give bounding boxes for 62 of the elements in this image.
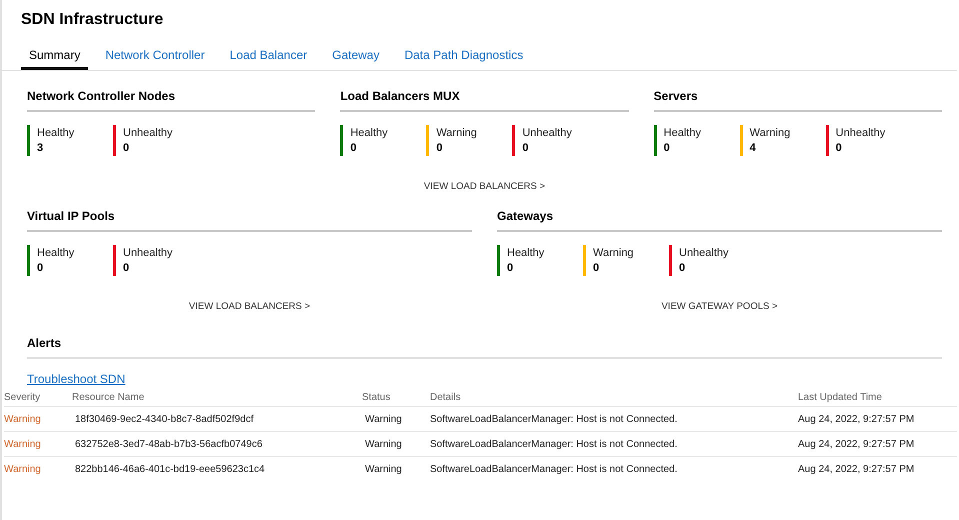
column-header: Status <box>362 390 392 404</box>
section-heading: Gateways <box>497 209 942 232</box>
view-link[interactable]: VIEW LOAD BALANCERS > <box>424 181 546 192</box>
section-heading: Virtual IP Pools <box>27 209 472 232</box>
tab[interactable]: Gateway <box>324 45 388 70</box>
section-heading: Load Balancers MUX <box>340 89 629 112</box>
stat-label: Warning <box>750 127 790 139</box>
table-cell: Warning <box>4 414 41 424</box>
stat-label: Unhealthy <box>123 127 173 139</box>
stat-value: 3 <box>37 142 44 154</box>
stat-value: 0 <box>350 142 358 154</box>
tab[interactable]: Network Controller <box>97 45 213 70</box>
column-header: Details <box>430 390 462 404</box>
tab[interactable]: Load Balancer <box>222 45 316 70</box>
section-heading: Servers <box>654 89 942 112</box>
stat-value: 0 <box>507 262 514 274</box>
stat-value: 0 <box>664 142 671 154</box>
stat-value: 0 <box>836 142 843 154</box>
stat-label: Healthy <box>350 127 388 139</box>
stat-value: 0 <box>436 142 444 154</box>
stat-label: Healthy <box>37 127 74 139</box>
table-cell: Aug 24, 2022, 9:27:57 PM <box>798 464 914 474</box>
table-cell: SoftwareLoadBalancerManager: Host is not Connected. <box>430 464 678 474</box>
stat-label: Unhealthy <box>522 127 572 139</box>
stat-label: Healthy <box>507 247 544 259</box>
stat-label: Unhealthy <box>836 127 886 139</box>
stat-label: Healthy <box>37 247 74 259</box>
view-link[interactable]: VIEW GATEWAY POOLS > <box>661 301 778 312</box>
tab[interactable]: Summary <box>21 45 88 70</box>
section-heading: Network Controller Nodes <box>27 89 316 112</box>
stat-label: Unhealthy <box>123 247 173 259</box>
stat-value: 0 <box>522 142 530 154</box>
column-header: Last Updated Time <box>798 390 883 404</box>
table-cell: Warning <box>4 438 41 450</box>
table-cell: Warning <box>4 464 41 474</box>
table-cell: Aug 24, 2022, 9:27:57 PM <box>798 438 914 450</box>
table-cell-text: 632752e8-3ed7-48ab-b7b3-56acfb0749c6 <box>74 438 262 450</box>
tab[interactable]: Data Path Diagnostics <box>396 45 532 70</box>
page-title: SDN Infrastructure <box>20 10 164 30</box>
stat-value: 0 <box>679 262 686 274</box>
table-cell: SoftwareLoadBalancerManager: Host is not Connected. <box>430 438 678 450</box>
stat-value: 0 <box>123 262 130 274</box>
stat-label: Healthy <box>664 127 701 139</box>
stat-value: 0 <box>123 142 130 154</box>
stat-value: 0 <box>37 262 44 274</box>
section-heading: Alerts <box>27 336 942 359</box>
table-cell-text: Warning <box>364 438 402 450</box>
view-link[interactable]: VIEW LOAD BALANCERS > <box>188 301 310 312</box>
stat-label: Warning <box>593 247 634 259</box>
stat-value: 0 <box>593 262 600 274</box>
table-cell: SoftwareLoadBalancerManager: Host is not Connected. <box>430 414 678 424</box>
stat-value: 4 <box>750 142 757 154</box>
column-header: Severity <box>4 390 42 404</box>
table-cell: Aug 24, 2022, 9:27:57 PM <box>798 414 914 424</box>
troubleshoot-link[interactable]: Troubleshoot SDN <box>27 372 126 386</box>
table-cell-text: Warning <box>364 414 402 424</box>
column-header: Resource Name <box>72 390 146 404</box>
stat-label: Unhealthy <box>679 247 729 259</box>
table-cell-text: 822bb146-46a6-401c-bd19-eee59623c1c4 <box>74 464 265 474</box>
table-cell-text: Warning <box>364 464 402 474</box>
stat-label: Warning <box>436 127 477 139</box>
table-cell-text: 18f30469-9ec2-4340-b8c7-8adf502f9dcf <box>74 414 254 424</box>
